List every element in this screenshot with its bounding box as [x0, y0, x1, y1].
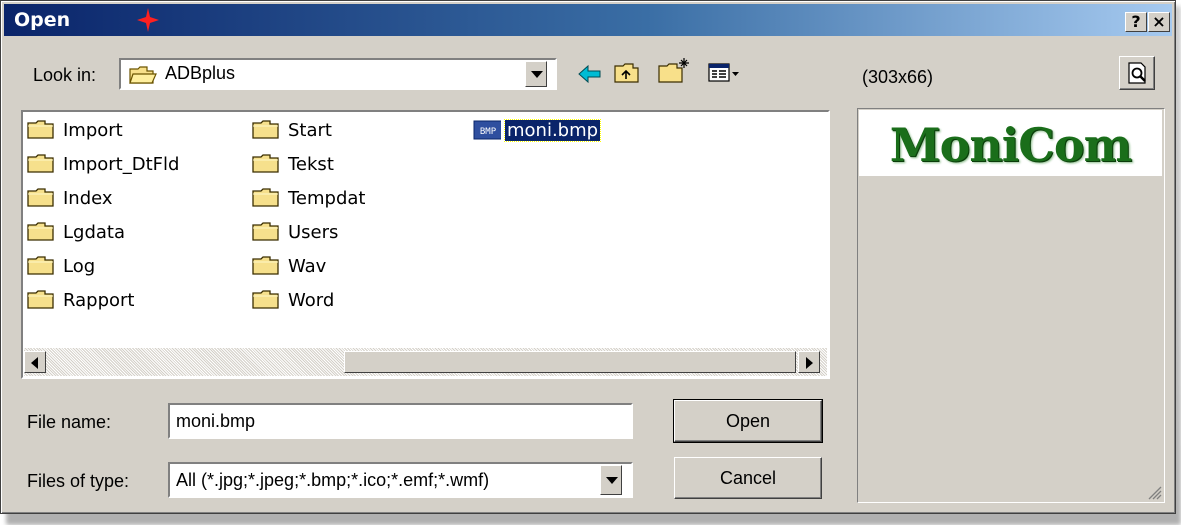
file-name-label: File name: — [27, 412, 112, 432]
item-label: Lgdata — [63, 222, 125, 243]
item-label: Log — [63, 256, 96, 277]
up-folder-icon[interactable] — [613, 61, 641, 85]
scroll-left-button[interactable] — [24, 351, 46, 373]
file-type-dropdown[interactable] — [600, 465, 622, 495]
item-label: Tekst — [288, 154, 334, 175]
folder-icon — [252, 290, 279, 309]
item-label: Rapport — [63, 290, 135, 311]
back-icon[interactable] — [577, 63, 603, 85]
bmp-icon-label: BMP — [480, 127, 497, 137]
close-button[interactable]: × — [1148, 12, 1170, 32]
folder-icon — [252, 154, 279, 173]
resize-grip-icon[interactable] — [1146, 484, 1162, 500]
new-folder-icon[interactable] — [657, 57, 691, 85]
cancel-button[interactable]: Cancel — [674, 457, 822, 499]
file-type-combo[interactable]: All (*.jpg;*.jpeg;*.bmp;*.ico;*.emf;*.wm… — [168, 462, 633, 498]
item-label: Word — [288, 290, 335, 311]
title-bar[interactable]: Open ? × — [4, 4, 1172, 36]
look-in-label: Look in: — [33, 65, 97, 85]
folder-icon — [27, 154, 54, 173]
file-type-label: Files of type: — [27, 471, 130, 491]
folder-icon — [252, 222, 279, 241]
item-label: Start — [288, 120, 332, 141]
open-button[interactable]: Open — [673, 399, 823, 443]
preview-logo-text: MoniCom — [889, 118, 1133, 172]
dialog-title: Open — [14, 9, 71, 31]
scroll-thumb[interactable] — [344, 351, 796, 373]
folder-icon — [27, 188, 54, 207]
folder-icon — [27, 290, 54, 309]
sparkle-icon — [137, 8, 159, 32]
file-type-value: All (*.jpg;*.jpeg;*.bmp;*.ico;*.emf;*.wm… — [176, 470, 490, 490]
help-button[interactable]: ? — [1125, 12, 1147, 32]
folder-icon — [252, 188, 279, 207]
item-label: Tempdat — [288, 188, 366, 209]
folder-icon — [27, 120, 54, 139]
preview-dimensions: (303x66) — [862, 67, 934, 87]
preview-pane: MoniCom — [857, 108, 1165, 503]
item-label: Import — [63, 120, 123, 141]
item-label: moni.bmp — [503, 119, 602, 142]
file-list-items: Import Import_DtFld Index Lgdata Log Rapport S… — [23, 112, 828, 348]
bmp-file-icon: BMP — [473, 120, 501, 140]
view-menu-icon[interactable] — [707, 61, 741, 85]
file-name-value: moni.bmp — [176, 411, 256, 431]
scroll-right-button[interactable] — [798, 351, 820, 373]
item-label: Users — [288, 222, 339, 243]
horizontal-scrollbar[interactable] — [24, 348, 827, 376]
folder-icon — [252, 120, 279, 139]
look-in-dropdown[interactable] — [525, 61, 547, 87]
preview-magnifier-icon — [1128, 62, 1146, 84]
item-label: Wav — [288, 256, 327, 277]
folder-open-icon — [129, 66, 157, 84]
look-in-value: ADBplus — [165, 63, 236, 83]
file-name-input[interactable]: moni.bmp — [168, 403, 633, 439]
item-label: Index — [63, 188, 113, 209]
folder-icon — [27, 256, 54, 275]
preview-toggle-button[interactable] — [1119, 56, 1155, 90]
file-list[interactable]: Import Import_DtFld Index Lgdata Log Rapport S… — [21, 110, 830, 379]
look-in-combo[interactable]: ADBplus — [119, 58, 557, 90]
open-dialog: Open ? × Look in: ADBplus (303x66) Impor… — [0, 0, 1176, 514]
folder-icon — [27, 222, 54, 241]
item-label: Import_DtFld — [63, 154, 180, 175]
preview-image: MoniCom — [859, 110, 1162, 176]
folder-icon — [252, 256, 279, 275]
